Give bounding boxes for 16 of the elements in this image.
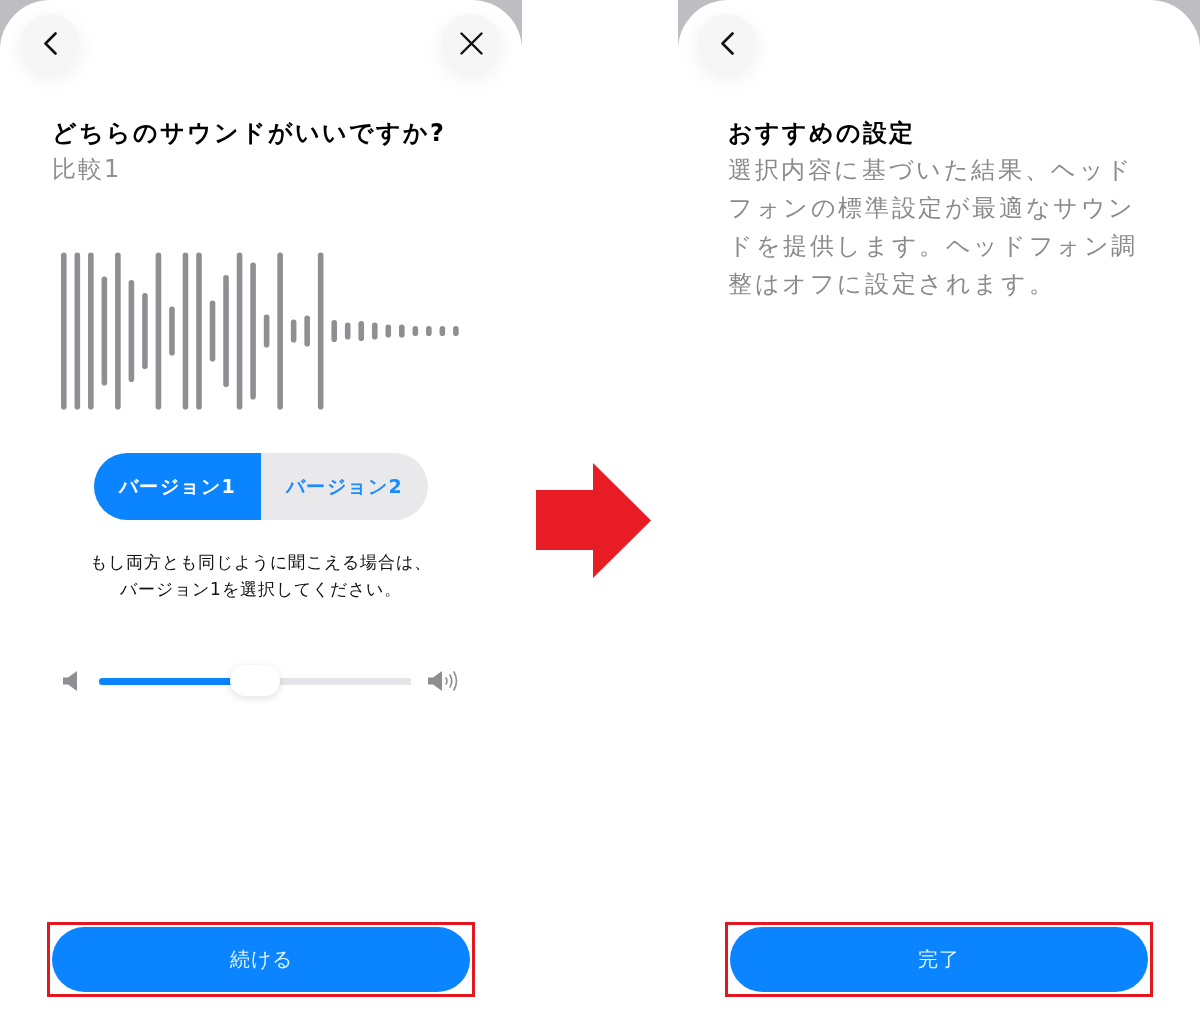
step-label: 比較1 [52,154,123,185]
version-tab[interactable]: バージョン2 [261,453,428,520]
version-tab[interactable]: バージョン1 [94,453,261,520]
description-text: 選択内容に基づいた結果、ヘッドフォンの標準設定が最適なサウンドを提供します。ヘッドフォン調整はオフに設定されます。 [728,155,1139,300]
chevron-left-icon [720,31,734,55]
screen-title: どちらのサウンドがいいですか? [52,118,447,149]
chevron-left-icon [43,31,57,55]
hint-text: もし両方とも同じように聞こえる場合は、バージョン1を選択してください。 [89,551,433,601]
primary-button[interactable]: 完了 [730,927,1148,992]
screen-title: おすすめの設定 [728,118,916,149]
primary-button[interactable]: 続ける [52,927,470,992]
speaker-high-icon [428,670,459,692]
speaker-low-icon [63,671,79,691]
slider-thumb[interactable] [230,665,280,696]
right-arrow-icon [536,463,651,578]
close-icon [459,31,483,55]
